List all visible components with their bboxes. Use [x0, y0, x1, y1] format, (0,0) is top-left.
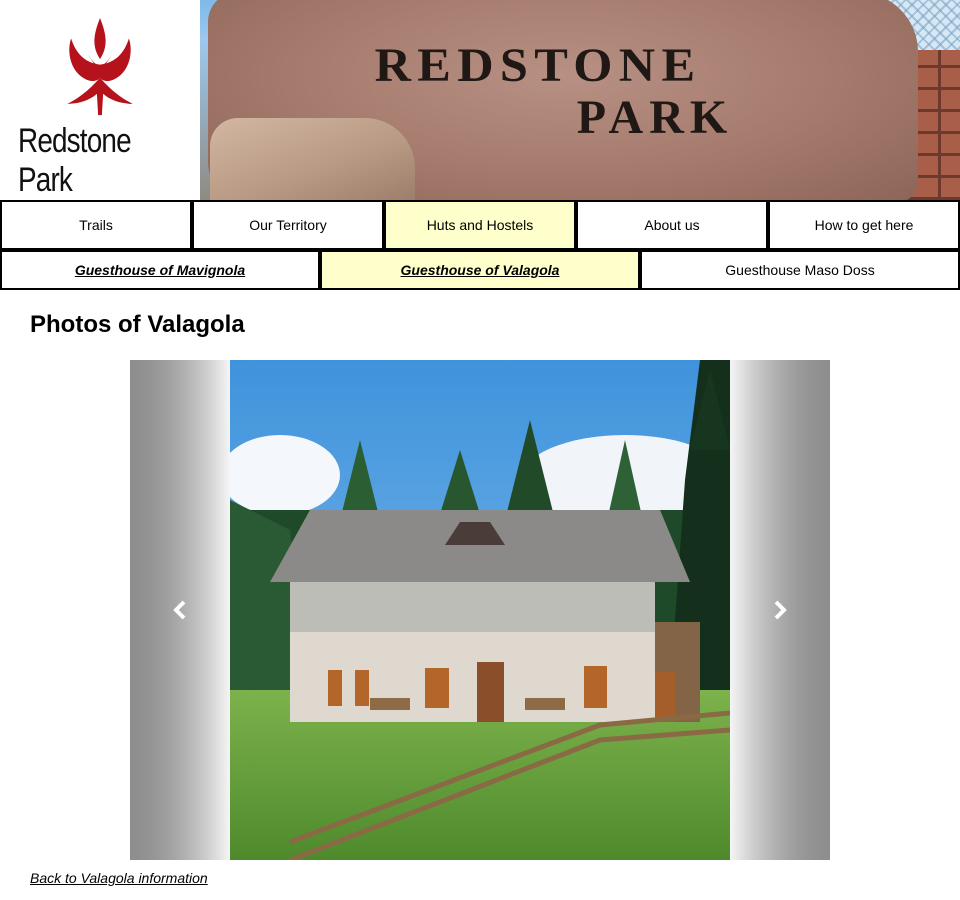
- nav-trails[interactable]: Trails: [0, 200, 192, 250]
- main-content: Photos of Valagola Back to Valagola info…: [0, 310, 960, 888]
- subnav-guesthouse-valagola[interactable]: Guesthouse of Valagola: [320, 250, 640, 290]
- logo-text: Redstone Park: [18, 122, 132, 199]
- chevron-left-icon: [173, 600, 186, 620]
- chevron-right-icon: [774, 600, 787, 620]
- guesthouse-photo: [230, 360, 730, 860]
- nav-about-us[interactable]: About us: [576, 200, 768, 250]
- carousel-next-button[interactable]: [730, 360, 830, 860]
- nav-how-to-get-here[interactable]: How to get here: [768, 200, 960, 250]
- page-title: Photos of Valagola: [30, 311, 245, 338]
- banner-rock: [210, 118, 415, 200]
- nav-our-territory[interactable]: Our Territory: [192, 200, 384, 250]
- subnav-guesthouse-mavignola[interactable]: Guesthouse of Mavignola: [0, 250, 320, 290]
- banner-title-line1: REDSTONE: [374, 39, 702, 92]
- nav-huts-and-hostels[interactable]: Huts and Hostels: [384, 200, 576, 250]
- site-header: Redstone Park REDSTONE PARK: [0, 0, 960, 200]
- carousel-photo: [230, 360, 730, 860]
- banner-title-line2: PARK: [576, 91, 734, 144]
- back-to-valagola-link[interactable]: Back to Valagola information: [30, 870, 208, 886]
- tulip-logo-icon: [67, 18, 133, 116]
- site-logo[interactable]: Redstone Park: [0, 0, 200, 200]
- secondary-nav: Guesthouse of Mavignola Guesthouse of Va…: [0, 250, 960, 290]
- primary-nav: Trails Our Territory Huts and Hostels Ab…: [0, 200, 960, 250]
- carousel-prev-button[interactable]: [130, 360, 230, 860]
- photo-carousel: [130, 360, 830, 860]
- subnav-guesthouse-maso-doss[interactable]: Guesthouse Maso Doss: [640, 250, 960, 290]
- header-banner: REDSTONE PARK: [200, 0, 960, 200]
